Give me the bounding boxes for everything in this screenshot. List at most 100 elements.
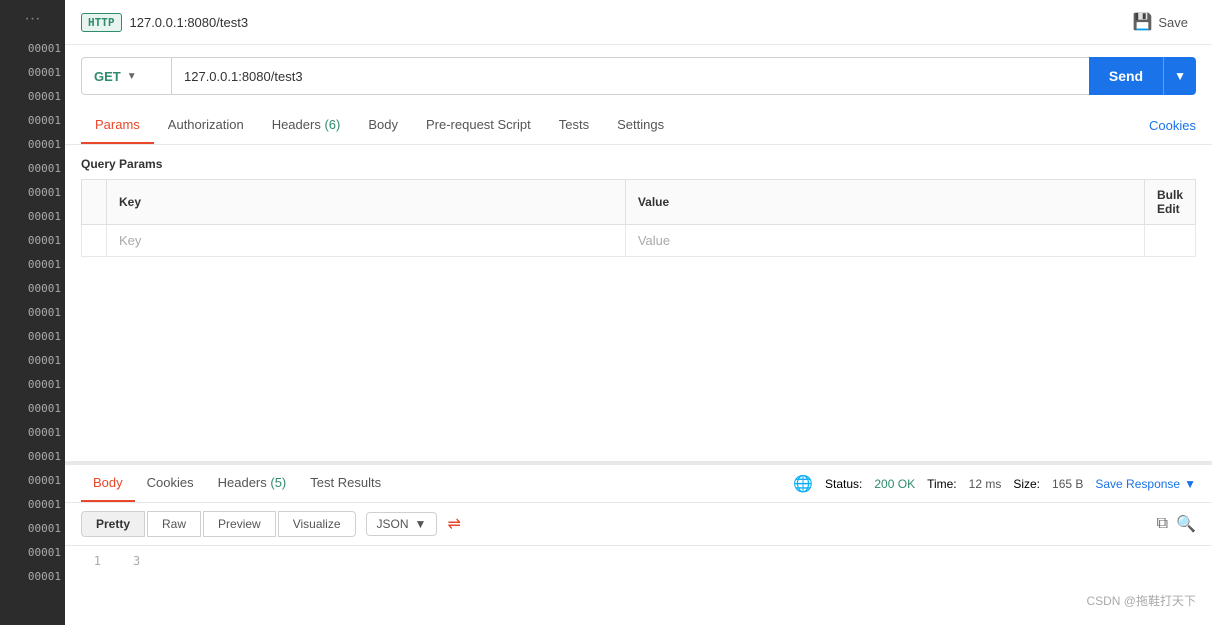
request-tabs-bar: Params Authorization Headers (6) Body Pr… — [65, 107, 1212, 145]
url-input[interactable] — [171, 57, 1089, 95]
th-checkbox — [82, 180, 107, 225]
sidebar-item-21: 00001 — [0, 518, 65, 540]
sidebar-item-13: 00001 — [0, 326, 65, 348]
th-value: Value — [625, 180, 1144, 225]
query-params-title: Query Params — [65, 145, 1212, 179]
tab-authorization[interactable]: Authorization — [154, 107, 258, 144]
sidebar-item-12: 00001 — [0, 302, 65, 324]
sidebar-item-14: 00001 — [0, 350, 65, 372]
top-bar-left: HTTP 127.0.0.1:8080/test3 — [81, 13, 248, 32]
top-bar-url: 127.0.0.1:8080/test3 — [130, 15, 249, 30]
resp-headers-label: Headers — [218, 475, 267, 490]
tabs-left: Params Authorization Headers (6) Body Pr… — [81, 107, 678, 144]
sidebar-item-20: 00001 — [0, 494, 65, 516]
tab-prerequest[interactable]: Pre-request Script — [412, 107, 545, 144]
status-label: Status: — [825, 477, 862, 491]
sidebar-item-10: 00001 — [0, 254, 65, 276]
format-buttons: Pretty Raw Preview Visualize JSON ▼ ⇌ — [81, 511, 461, 537]
copy-icon[interactable]: ⧉ — [1157, 515, 1168, 533]
send-button-group: Send ▼ — [1089, 57, 1196, 95]
wrap-icon[interactable]: ⇌ — [447, 514, 460, 534]
http-badge: HTTP — [81, 13, 122, 32]
sidebar-item-11: 00001 — [0, 278, 65, 300]
sidebar-item-15: 00001 — [0, 374, 65, 396]
sidebar-item-3: 00001 — [0, 86, 65, 108]
globe-icon: 🌐 — [793, 474, 813, 494]
sidebar-item-6: 00001 — [0, 158, 65, 180]
chevron-down-icon: ▼ — [127, 71, 137, 82]
save-response-label: Save Response — [1095, 477, 1180, 491]
row-key-cell[interactable]: Key — [107, 225, 626, 257]
sidebar-item-2: 00001 — [0, 62, 65, 84]
response-section: Body Cookies Headers (5) Test Results 🌐 … — [65, 465, 1212, 625]
row-extra-cell — [1144, 225, 1195, 257]
response-tabs-bar: Body Cookies Headers (5) Test Results 🌐 … — [65, 465, 1212, 503]
resp-tab-test-results[interactable]: Test Results — [298, 465, 393, 502]
send-main-button[interactable]: Send — [1089, 57, 1163, 95]
top-bar: HTTP 127.0.0.1:8080/test3 💾 Save — [65, 0, 1212, 45]
line-number-1: 1 — [81, 554, 101, 568]
resp-tab-headers[interactable]: Headers (5) — [206, 465, 299, 502]
save-response-button[interactable]: Save Response ▼ — [1095, 477, 1196, 491]
format-preview-button[interactable]: Preview — [203, 511, 276, 537]
resp-headers-count: (5) — [270, 475, 286, 490]
tab-settings[interactable]: Settings — [603, 107, 678, 144]
sidebar-item-16: 00001 — [0, 398, 65, 420]
size-value: 165 B — [1052, 477, 1083, 491]
tab-tests[interactable]: Tests — [545, 107, 603, 144]
format-pretty-button[interactable]: Pretty — [81, 511, 145, 537]
request-bar: GET ▼ Send ▼ — [65, 45, 1212, 107]
line-number-2: 3 — [120, 554, 140, 568]
th-key: Key — [107, 180, 626, 225]
sidebar-item-8: 00001 — [0, 206, 65, 228]
format-raw-button[interactable]: Raw — [147, 511, 201, 537]
sidebar-item-7: 00001 — [0, 182, 65, 204]
time-label: Time: — [927, 477, 957, 491]
json-label: JSON — [377, 517, 409, 531]
status-value: 200 OK — [874, 477, 915, 491]
table-row: Key Value — [82, 225, 1196, 257]
response-status-area: 🌐 Status: 200 OK Time: 12 ms Size: 165 B… — [793, 474, 1196, 494]
sidebar-item-17: 00001 — [0, 422, 65, 444]
save-button[interactable]: 💾 Save — [1124, 8, 1196, 36]
sidebar: ··· 00001 00001 00001 00001 00001 00001 … — [0, 0, 65, 625]
sidebar-item-1: 00001 — [0, 38, 65, 60]
main-panel: HTTP 127.0.0.1:8080/test3 💾 Save GET ▼ S… — [65, 0, 1212, 625]
resp-tab-cookies[interactable]: Cookies — [135, 465, 206, 502]
send-dropdown-button[interactable]: ▼ — [1163, 57, 1196, 95]
headers-label: Headers — [272, 117, 321, 132]
sidebar-item-5: 00001 — [0, 134, 65, 156]
row-checkbox-cell — [82, 225, 107, 257]
resp-tab-body[interactable]: Body — [81, 465, 135, 502]
size-label: Size: — [1013, 477, 1040, 491]
tab-headers[interactable]: Headers (6) — [258, 107, 355, 144]
format-visualize-button[interactable]: Visualize — [278, 511, 356, 537]
th-bulk-edit[interactable]: Bulk Edit — [1144, 180, 1195, 225]
response-toolbar-right: ⧉ 🔍 — [1157, 514, 1196, 534]
json-format-select[interactable]: JSON ▼ — [366, 512, 438, 536]
watermark: CSDN @拖鞋打天下 — [1086, 592, 1196, 609]
sidebar-item-18: 00001 — [0, 446, 65, 468]
json-chevron-icon: ▼ — [415, 517, 427, 531]
sidebar-item-9: 00001 — [0, 230, 65, 252]
tab-params[interactable]: Params — [81, 107, 154, 144]
tab-body[interactable]: Body — [354, 107, 412, 144]
row-value-cell[interactable]: Value — [625, 225, 1144, 257]
sidebar-item-4: 00001 — [0, 110, 65, 132]
headers-count: (6) — [324, 117, 340, 132]
search-icon[interactable]: 🔍 — [1176, 514, 1196, 534]
cookies-link[interactable]: Cookies — [1149, 108, 1196, 143]
response-toolbar: Pretty Raw Preview Visualize JSON ▼ ⇌ ⧉ … — [65, 503, 1212, 546]
save-icon: 💾 — [1132, 12, 1152, 32]
sidebar-item-23: 00001 — [0, 566, 65, 588]
save-label: Save — [1158, 15, 1188, 30]
time-value: 12 ms — [969, 477, 1002, 491]
save-response-chevron-icon: ▼ — [1184, 477, 1196, 491]
content-area: Query Params Key Value Bulk Edit Key Val… — [65, 145, 1212, 461]
method-select[interactable]: GET ▼ — [81, 57, 171, 95]
sidebar-item-19: 00001 — [0, 470, 65, 492]
response-tabs-left: Body Cookies Headers (5) Test Results — [81, 465, 393, 502]
response-body: 1 3 — [65, 546, 1212, 576]
sidebar-dots: ··· — [25, 10, 41, 28]
params-table: Key Value Bulk Edit Key Value — [81, 179, 1196, 257]
